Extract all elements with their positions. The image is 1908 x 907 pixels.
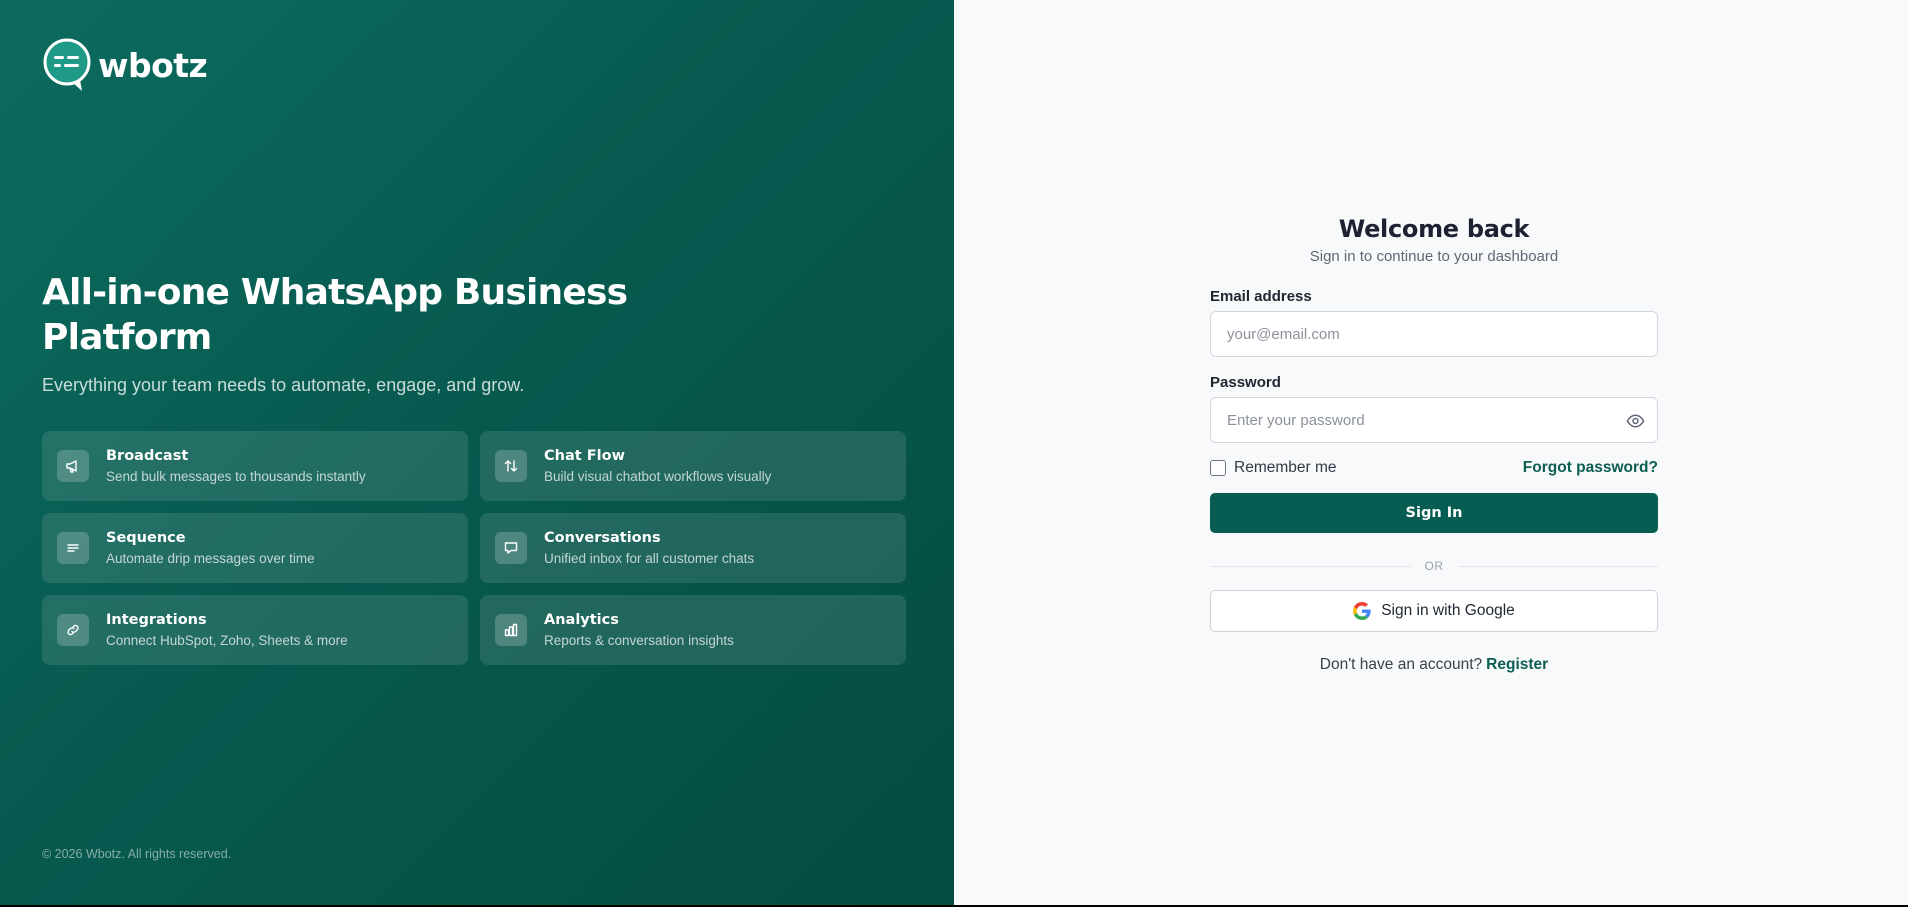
login-page: wbotz All-in-one WhatsApp Business Platf… — [0, 0, 1908, 905]
email-label: Email address — [1210, 288, 1312, 305]
password-input[interactable] — [1227, 411, 1641, 429]
arrows-up-down-icon — [495, 450, 527, 482]
link-icon — [57, 614, 89, 646]
no-account-text: Don't have an account? — [1319, 656, 1483, 673]
register-link[interactable]: Register — [1486, 656, 1548, 673]
hero-title: All-in-one WhatsApp Business Platform — [42, 272, 628, 358]
lines-icon — [57, 532, 89, 564]
feature-card-chat-flow: Chat Flow Build visual chatbot workflows… — [480, 431, 906, 501]
feature-card-integrations: Integrations Connect HubSpot, Zoho, Shee… — [42, 595, 468, 665]
feature-title: Sequence — [106, 529, 186, 546]
remember-checkbox[interactable] — [1210, 460, 1226, 476]
divider-line — [1457, 565, 1658, 567]
feature-title: Conversations — [544, 529, 661, 546]
bar-chart-icon — [495, 614, 527, 646]
feature-description: Automate drip messages over time — [106, 550, 315, 566]
google-icon — [1353, 602, 1371, 620]
feature-title: Integrations — [106, 611, 207, 628]
feature-grid: Broadcast Send bulk messages to thousand… — [42, 431, 906, 665]
feature-description: Unified inbox for all customer chats — [544, 550, 755, 566]
feature-card-broadcast: Broadcast Send bulk messages to thousand… — [42, 431, 468, 501]
login-panel: Welcome back Sign in to continue to your… — [954, 0, 1908, 905]
remember-label: Remember me — [1234, 459, 1337, 476]
feature-card-conversations: Conversations Unified inbox for all cust… — [480, 513, 906, 583]
or-label: OR — [1424, 559, 1444, 573]
login-subtitle: Sign in to continue to your dashboard — [1309, 248, 1559, 265]
feature-description: Build visual chatbot workflows visually — [544, 468, 772, 484]
feature-card-analytics: Analytics Reports & conversation insight… — [480, 595, 906, 665]
or-divider: OR — [1210, 559, 1658, 573]
feature-title: Analytics — [544, 611, 619, 628]
remember-me[interactable]: Remember me — [1210, 459, 1337, 477]
feature-title: Broadcast — [106, 447, 189, 464]
password-field-wrapper — [1210, 397, 1658, 443]
brand[interactable]: wbotz — [42, 38, 208, 92]
password-label: Password — [1210, 374, 1281, 391]
google-button-label: Sign in with Google — [1381, 602, 1515, 619]
feature-description: Send bulk messages to thousands instantl… — [106, 468, 366, 484]
megaphone-icon — [57, 450, 89, 482]
email-input[interactable] — [1227, 325, 1641, 343]
logo-icon — [43, 38, 91, 91]
register-prompt: Don't have an account? Register — [1210, 656, 1658, 674]
google-sign-in-button[interactable]: Sign in with Google — [1210, 590, 1658, 632]
forgot-password-link[interactable]: Forgot password? — [1523, 459, 1658, 477]
feature-description: Connect HubSpot, Zoho, Sheets & more — [106, 632, 348, 648]
login-form: Welcome back Sign in to continue to your… — [1210, 215, 1658, 674]
marketing-panel: wbotz All-in-one WhatsApp Business Platf… — [0, 0, 954, 905]
hero-subtitle: Everything your team needs to automate, … — [42, 375, 525, 395]
copyright: © 2026 Wbotz. All rights reserved. — [42, 847, 232, 861]
sign-in-button[interactable]: Sign In — [1210, 493, 1658, 533]
login-options: Remember me Forgot password? — [1210, 459, 1658, 477]
brand-name: wbotz — [98, 45, 208, 85]
feature-card-sequence: Sequence Automate drip messages over tim… — [42, 513, 468, 583]
chat-bubble-icon — [495, 532, 527, 564]
login-title: Welcome back — [1338, 215, 1530, 243]
feature-description: Reports & conversation insights — [544, 632, 734, 648]
feature-title: Chat Flow — [544, 447, 625, 464]
eye-icon[interactable] — [1626, 412, 1645, 430]
email-field-wrapper — [1210, 311, 1658, 357]
divider-line — [1210, 565, 1411, 567]
